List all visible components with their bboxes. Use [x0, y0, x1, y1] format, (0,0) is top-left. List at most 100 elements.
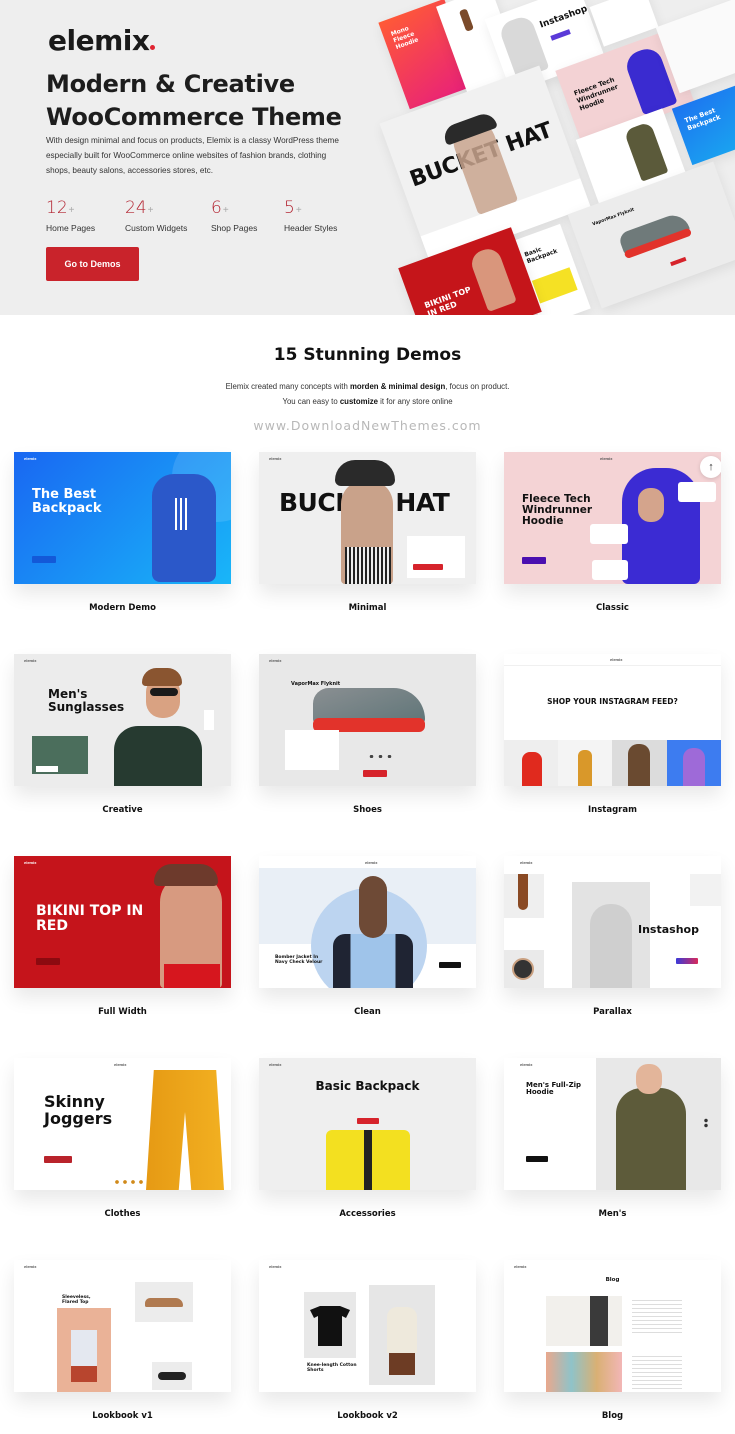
- subtitle-text: You can easy to: [282, 397, 340, 406]
- sneaker-photo: [690, 874, 721, 906]
- demo-card-minimal[interactable]: elemix BUCKET HAT: [259, 452, 476, 584]
- stat-value: 5: [284, 198, 295, 218]
- demo-card-mens[interactable]: elemix Men's Full-Zip Hoodie: [504, 1058, 721, 1190]
- slide-dots[interactable]: [704, 1118, 708, 1128]
- anorak-image: [623, 121, 669, 182]
- stat-suffix: +: [147, 205, 154, 216]
- demo-card-clothes[interactable]: elemix Skinny Joggers: [14, 1058, 231, 1190]
- subtitle-text: Elemix created many concepts with: [225, 382, 350, 391]
- lookbook-photo-top: [57, 1308, 111, 1392]
- stat-header-styles: 5+ Header Styles: [284, 198, 363, 233]
- demo-label[interactable]: Minimal: [259, 603, 476, 613]
- belt-photo: [504, 874, 544, 918]
- demo-label[interactable]: Clothes: [14, 1209, 231, 1219]
- demo-card-instagram[interactable]: elemix SHOP YOUR INSTAGRAM FEED?: [504, 654, 721, 786]
- demo-label[interactable]: Clean: [259, 1007, 476, 1017]
- demo-label[interactable]: Parallax: [504, 1007, 721, 1017]
- lookbook-photo-shoes: [135, 1282, 193, 1322]
- mini-nav: elemix: [259, 1058, 476, 1070]
- demo-label[interactable]: Modern Demo: [14, 603, 231, 613]
- demo-label[interactable]: Lookbook v1: [14, 1411, 231, 1421]
- product-chip: [592, 560, 628, 580]
- demo-headline: The Best Backpack: [32, 487, 102, 516]
- stat-suffix: +: [295, 205, 302, 216]
- section-title: 15 Stunning Demos: [273, 345, 462, 365]
- mini-nav-brand: elemix: [514, 1263, 527, 1269]
- demo-headline: Instashop: [638, 923, 699, 936]
- demo-cta: [32, 556, 56, 563]
- demo-cta: [36, 958, 60, 965]
- demo-label[interactable]: Men's: [504, 1209, 721, 1219]
- anorak-image: [616, 1088, 686, 1190]
- mini-nav: elemix: [259, 1260, 476, 1272]
- stat-value: 12: [46, 198, 68, 218]
- insta-photo-1: [504, 740, 558, 786]
- demo-card-creative[interactable]: elemix Men's Sunglasses: [14, 654, 231, 786]
- color-dots[interactable]: [367, 755, 395, 758]
- mini-nav: elemix: [504, 1260, 721, 1272]
- demo-headline: Fleece Tech Windrunner Hoodie: [522, 493, 593, 528]
- mini-nav-brand: elemix: [269, 657, 282, 663]
- blog-post-1-text: [632, 1300, 682, 1334]
- promo-button: [36, 766, 58, 772]
- mini-nav-brand: elemix: [520, 1061, 533, 1067]
- logo[interactable]: elemix: [48, 24, 156, 57]
- demo-card-full-width[interactable]: elemix BIKINI TOP IN RED: [14, 856, 231, 988]
- demo-label[interactable]: Instagram: [504, 805, 721, 815]
- demo-label[interactable]: Blog: [504, 1411, 721, 1421]
- demo-cta: [44, 1156, 72, 1163]
- subtitle-bold: morden & minimal design: [349, 382, 446, 391]
- blog-post-2-text: [632, 1356, 682, 1390]
- product-chip: [678, 482, 716, 502]
- demo-card-clean[interactable]: elemix Bomber Jacket In Navy Check Velou…: [259, 856, 476, 988]
- stat-suffix: +: [222, 205, 229, 216]
- mockup-title: BIKINI TOP IN RED: [423, 285, 473, 315]
- scroll-to-top-button[interactable]: ↑: [700, 456, 721, 478]
- logo-dot: [150, 45, 156, 50]
- demo-card-modern[interactable]: elemix The Best Backpack: [14, 452, 231, 584]
- demo-card-classic[interactable]: elemix Fleece Tech Windrunner Hoodie ↑: [504, 452, 721, 584]
- mini-nav: elemix: [504, 856, 721, 868]
- demo-label[interactable]: Accessories: [259, 1209, 476, 1219]
- hero-title-line2: WooCommerce Theme: [46, 103, 342, 131]
- demo-card-lookbook-v2[interactable]: elemix Knee-length Cotton Shorts: [259, 1260, 476, 1392]
- subtitle-text: it for any store online: [377, 397, 453, 406]
- striped-top: [345, 547, 391, 584]
- mini-nav-brand: elemix: [365, 859, 378, 865]
- demo-label[interactable]: Creative: [14, 805, 231, 815]
- demo-label[interactable]: Shoes: [259, 805, 476, 815]
- demo-card-accessories[interactable]: elemix Basic Backpack: [259, 1058, 476, 1190]
- go-to-demos-button[interactable]: Go to Demos: [46, 247, 139, 281]
- demo-label[interactable]: Lookbook v2: [259, 1411, 476, 1421]
- model-image: [359, 876, 387, 938]
- mini-nav: elemix: [259, 856, 476, 868]
- slider-arrows[interactable]: [204, 710, 214, 730]
- watermark: www.DownloadNewThemes.com: [253, 418, 482, 433]
- belt-image: [458, 8, 474, 32]
- color-swatches[interactable]: [113, 1180, 147, 1184]
- mini-nav-brand: elemix: [269, 1061, 282, 1067]
- demo-headline: Men's Full-Zip Hoodie: [526, 1081, 582, 1097]
- demo-label[interactable]: Full Width: [14, 1007, 231, 1017]
- sunglasses-image: [150, 688, 178, 696]
- demo-label[interactable]: Classic: [504, 603, 721, 613]
- lookbook-photo-man: [369, 1285, 435, 1385]
- insta-photo-4: [667, 740, 721, 786]
- product-chip: [590, 524, 628, 544]
- demo-cta: [676, 958, 698, 964]
- demo-headline: BIKINI TOP IN RED: [36, 903, 144, 934]
- demo-card-lookbook-v1[interactable]: elemix Sleeveless, Flared Top: [14, 1260, 231, 1392]
- demo-card-blog[interactable]: elemix Blog: [504, 1260, 721, 1392]
- mini-nav: elemix: [504, 654, 721, 666]
- mini-nav: elemix: [14, 654, 231, 666]
- stat-custom-widgets: 24+ Custom Widgets: [125, 198, 211, 233]
- demo-headline: Blog: [605, 1277, 620, 1283]
- demo-headline: Basic Backpack: [315, 1079, 420, 1093]
- hero-description: With design minimal and focus on product…: [46, 136, 339, 175]
- joggers-image: [146, 1070, 224, 1190]
- model-hair: [142, 668, 182, 686]
- stat-home-pages: 12+ Home Pages: [46, 198, 125, 233]
- mini-nav: elemix: [504, 1058, 721, 1070]
- demo-card-shoes[interactable]: elemix VaporMax Flyknit: [259, 654, 476, 786]
- demo-card-parallax[interactable]: elemix Instashop: [504, 856, 721, 988]
